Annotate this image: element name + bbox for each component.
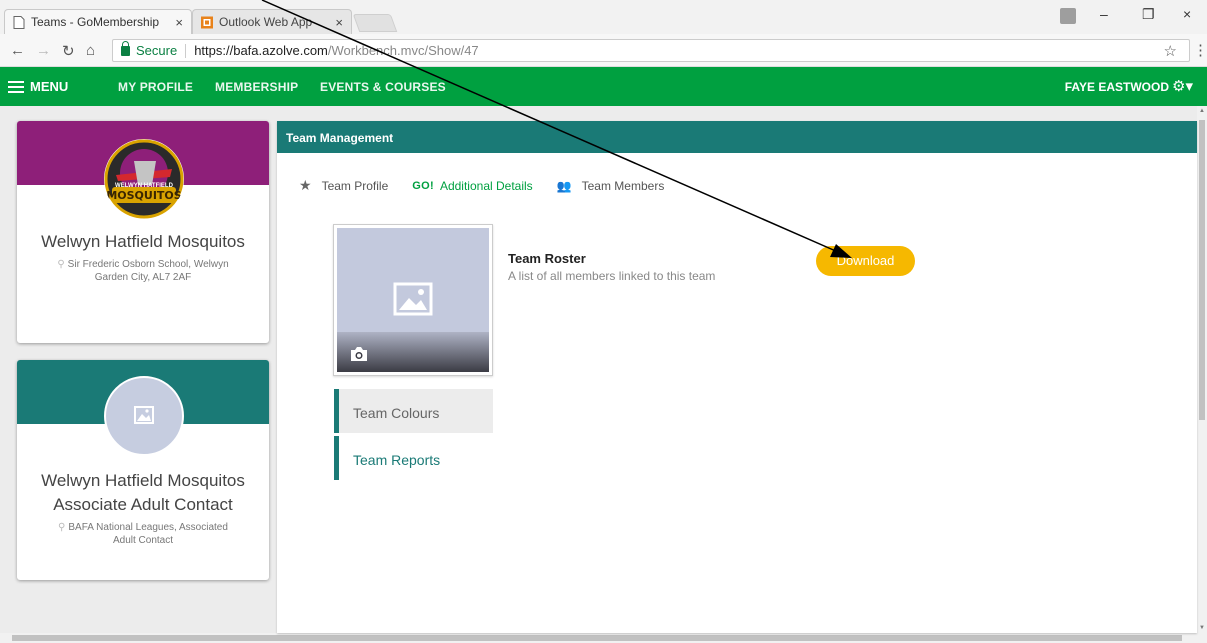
menu-team-colours[interactable]: Team Colours	[334, 389, 493, 433]
card-address: ⚲ Sir Frederic Osborn School, Welwyn Gard…	[17, 254, 269, 284]
download-button[interactable]: Download	[816, 246, 915, 276]
separator	[185, 43, 187, 58]
tab-label: Team Members	[581, 178, 665, 193]
roster-title: Team Roster	[508, 251, 586, 266]
tab-title: Teams - GoMembership	[31, 15, 160, 29]
team-management-panel: Team Management ★ Team Profile GO! Addit…	[277, 121, 1197, 633]
tab-team-profile[interactable]: ★ Team Profile	[299, 177, 388, 194]
tab-teams[interactable]: Teams - GoMembership ×	[4, 9, 192, 34]
lock-icon	[121, 40, 130, 56]
tab-close-icon[interactable]: ×	[175, 15, 183, 30]
people-icon: 👥	[556, 178, 572, 193]
scrollbar-thumb[interactable]	[12, 635, 1182, 641]
location-pin-icon: ⚲	[57, 259, 65, 270]
location-pin-icon: ⚲	[58, 522, 66, 533]
url-host: https://bafa.azolve.com	[194, 43, 328, 58]
page-icon	[13, 15, 25, 29]
scroll-up-icon[interactable]: ▲	[1199, 108, 1205, 114]
secure-label: Secure	[136, 43, 178, 58]
tab-outlook[interactable]: Outlook Web App ×	[192, 9, 352, 34]
browser-menu-icon[interactable]: ⋮	[1193, 41, 1207, 59]
reload-icon[interactable]: ↻	[62, 42, 75, 60]
card-title: Welwyn Hatfield Mosquitos	[41, 232, 245, 251]
scrollbar-thumb[interactable]	[1199, 120, 1205, 420]
url-input[interactable]: Secure https://bafa.azolve.com/Workbench…	[112, 39, 1190, 62]
menu-label: MENU	[30, 79, 69, 94]
photo-placeholder	[337, 228, 489, 372]
bookmark-star-icon[interactable]: ☆	[1164, 42, 1177, 60]
tab-title: Outlook Web App	[219, 15, 313, 29]
minimize-icon[interactable]: –	[1100, 6, 1108, 22]
address-bar: ← → ↻ ⌂ Secure https://bafa.azolve.com/W…	[0, 34, 1207, 67]
logo-text: MOSQUITOS	[106, 189, 182, 202]
scroll-down-icon[interactable]: ▼	[1199, 625, 1205, 631]
tab-label: Additional Details	[439, 178, 533, 193]
app-navbar: MENU MY PROFILE MEMBERSHIP EVENTS & COUR…	[0, 67, 1207, 106]
image-icon	[393, 282, 433, 316]
team-photo[interactable]	[333, 224, 493, 376]
nav-events-courses[interactable]: EVENTS & COURSES	[320, 80, 446, 94]
image-placeholder-icon	[134, 406, 154, 424]
back-icon[interactable]: ←	[10, 42, 25, 59]
go-icon: GO!	[412, 179, 434, 192]
tab-label: Team Profile	[321, 178, 389, 193]
team-side-menu: Team Colours Team Reports	[334, 389, 493, 483]
gear-icon[interactable]: ⚙▾	[1172, 77, 1193, 95]
mosquitos-logo-icon	[104, 139, 184, 219]
team-card[interactable]: WELWYN HATFIELD MOSQUITOS Welwyn Hatfiel…	[17, 121, 269, 343]
forward-icon[interactable]: →	[36, 42, 51, 59]
nav-my-profile[interactable]: MY PROFILE	[118, 80, 193, 94]
avatar	[104, 376, 184, 456]
close-icon[interactable]: ×	[1183, 6, 1191, 22]
menu-button[interactable]: MENU	[8, 79, 68, 94]
star-icon: ★	[299, 177, 312, 193]
card-title: Welwyn Hatfield Mosquitos Associate Adul…	[41, 471, 245, 514]
menu-team-reports[interactable]: Team Reports	[334, 436, 493, 480]
contact-card[interactable]: Welwyn Hatfield Mosquitos Associate Adul…	[17, 360, 269, 580]
card-address: ⚲ BAFA National Leagues, Associated Adult…	[17, 517, 269, 547]
browser-titlebar: Teams - GoMembership × Outlook Web App ×…	[0, 0, 1207, 34]
new-tab-button[interactable]	[352, 14, 398, 32]
nav-membership[interactable]: MEMBERSHIP	[215, 80, 298, 94]
restore-icon[interactable]: ❐	[1142, 6, 1155, 23]
hamburger-icon	[8, 80, 24, 93]
tab-close-icon[interactable]: ×	[335, 15, 343, 30]
vertical-scrollbar[interactable]: ▲ ▼	[1197, 106, 1207, 633]
subtabs: ★ Team Profile GO! Additional Details 👥 …	[299, 177, 688, 194]
roster-description: A list of all members linked to this tea…	[508, 269, 716, 283]
camera-icon[interactable]	[349, 346, 369, 362]
address-text: BAFA National Leagues, Associated Adult …	[68, 522, 228, 546]
outlook-icon	[201, 16, 213, 28]
profile-icon[interactable]	[1060, 8, 1076, 24]
team-logo: WELWYN HATFIELD MOSQUITOS	[104, 139, 184, 219]
home-icon[interactable]: ⌂	[86, 42, 95, 59]
tab-additional-details[interactable]: GO! Additional Details	[412, 179, 532, 193]
url-path: /Workbench.mvc/Show/47	[327, 43, 479, 58]
address-text: Sir Frederic Osborn School, Welwyn Garde…	[67, 259, 229, 283]
horizontal-scrollbar[interactable]	[0, 633, 1207, 643]
tab-team-members[interactable]: 👥 Team Members	[557, 179, 665, 193]
panel-title: Team Management	[277, 121, 1197, 153]
user-name[interactable]: FAYE EASTWOOD	[1065, 80, 1169, 94]
